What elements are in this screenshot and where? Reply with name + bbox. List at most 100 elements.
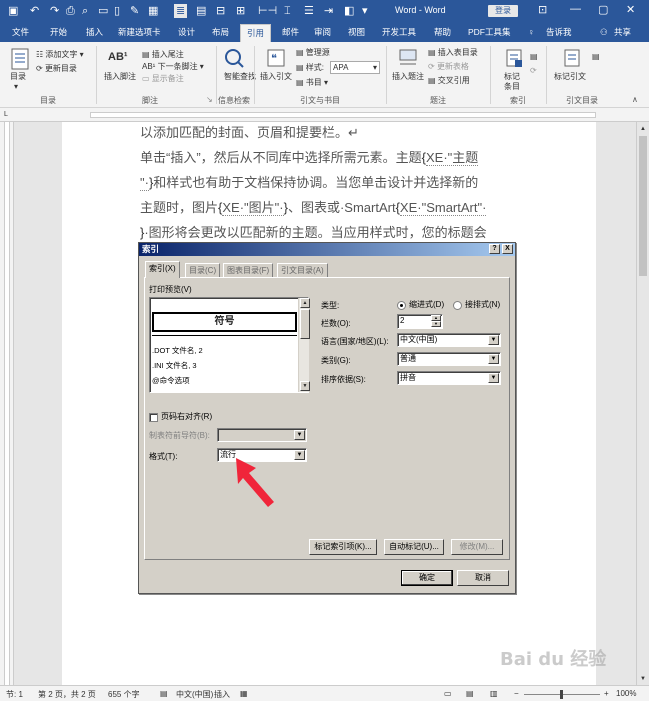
ribbon-display-icon[interactable]: ⊡ bbox=[538, 3, 547, 16]
section-indicator[interactable]: 节: 1 bbox=[6, 689, 23, 700]
tab-mailings[interactable]: 邮件 bbox=[282, 26, 299, 38]
scroll-thumb[interactable] bbox=[300, 309, 310, 339]
tab-index[interactable]: 索引(X) bbox=[145, 261, 180, 278]
close-button[interactable]: ✕ bbox=[626, 3, 635, 16]
word-count[interactable]: 655 个字 bbox=[108, 689, 140, 700]
tab-file[interactable]: 文件 bbox=[12, 26, 29, 38]
indent-icon[interactable]: ⇥ bbox=[324, 4, 333, 18]
tab-toc[interactable]: 目录(C) bbox=[185, 263, 221, 277]
tab-references[interactable]: 引用 bbox=[240, 24, 272, 42]
insert-caption-button[interactable]: 插入题注 bbox=[392, 72, 424, 82]
vertical-ruler[interactable] bbox=[0, 122, 14, 685]
bibliography-button[interactable]: ▤ 书目 ▾ bbox=[296, 78, 328, 88]
mark-citation-button[interactable]: 标记引文 bbox=[554, 72, 586, 82]
macro-icon[interactable]: ▦ bbox=[240, 689, 248, 698]
dialog-title-bar[interactable]: 索引 bbox=[139, 243, 515, 256]
login-button[interactable]: 登录 bbox=[488, 5, 518, 17]
web-layout-icon[interactable]: ▥ bbox=[490, 689, 498, 698]
new-doc-icon[interactable]: ▯ bbox=[114, 4, 120, 18]
print-preview-icon[interactable]: ⎙ bbox=[66, 4, 75, 18]
list-icon[interactable]: ☰ bbox=[304, 4, 314, 18]
text-tool-icon[interactable]: ⌶ bbox=[284, 4, 291, 18]
next-footnote-button[interactable]: AB¹ 下一条脚注 ▾ bbox=[142, 62, 204, 72]
type-runin-radio[interactable] bbox=[453, 301, 462, 310]
scroll-down-icon[interactable]: ▼ bbox=[640, 674, 646, 684]
sort-select[interactable]: 拼音 ▼ bbox=[397, 371, 501, 385]
tab-table-of-authorities[interactable]: 引文目录(A) bbox=[277, 263, 328, 277]
search-icon[interactable]: ⌕ bbox=[82, 4, 88, 18]
page-indicator[interactable]: 第 2 页，共 2 页 bbox=[38, 689, 96, 700]
insert-footnote-button[interactable]: 插入脚注 bbox=[104, 72, 136, 82]
save-icon[interactable]: ▣ bbox=[8, 4, 18, 18]
stepper-down-icon[interactable]: ▼ bbox=[431, 321, 441, 327]
read-mode-icon[interactable]: ▭ bbox=[444, 689, 452, 698]
tab-new[interactable]: 新建选项卡 bbox=[118, 26, 161, 38]
manage-sources-button[interactable]: ▤ 管理源 bbox=[296, 48, 330, 58]
shape-icon[interactable]: ◧ bbox=[344, 4, 354, 18]
tab-help[interactable]: 帮助 bbox=[434, 26, 451, 38]
zoom-in-icon[interactable]: + bbox=[604, 689, 609, 698]
vertical-scrollbar[interactable]: ▲ ▼ bbox=[636, 122, 649, 685]
type-indent-radio[interactable] bbox=[397, 301, 406, 310]
table-icon[interactable]: ▤ bbox=[196, 4, 206, 18]
tell-me-input[interactable]: 告诉我 bbox=[546, 26, 572, 38]
right-align-checkbox[interactable] bbox=[149, 413, 158, 422]
preview-scrollbar[interactable]: ▲ ▼ bbox=[298, 298, 310, 392]
category-select[interactable]: 普通 ▼ bbox=[397, 352, 501, 366]
mark-entry-button[interactable]: 标记条目 bbox=[504, 72, 524, 92]
lightbulb-icon[interactable]: ♀ bbox=[528, 26, 534, 38]
insert-citation-button[interactable]: 插入引文 bbox=[260, 72, 292, 82]
tab-home[interactable]: 开始 bbox=[50, 26, 67, 38]
update-toc-button[interactable]: ⟳ 更新目录 bbox=[36, 64, 77, 74]
proofing-icon[interactable]: ▤ bbox=[160, 689, 168, 698]
add-text-button[interactable]: ☷ 添加文字 ▾ bbox=[36, 50, 84, 60]
ok-button[interactable]: 确定 bbox=[401, 570, 453, 586]
print-layout-icon[interactable]: ▤ bbox=[466, 689, 474, 698]
tab-insert[interactable]: 插入 bbox=[86, 26, 103, 38]
user-icon[interactable]: ⚇ bbox=[600, 26, 608, 38]
mark-entry-button[interactable]: 标记索引项(K)... bbox=[309, 539, 377, 555]
share-button[interactable]: 共享 bbox=[614, 26, 631, 38]
collapse-ribbon-icon[interactable]: ∧ bbox=[632, 95, 638, 105]
tab-table-of-figures[interactable]: 图表目录(F) bbox=[223, 263, 274, 277]
insert-index-icon[interactable]: ▤ bbox=[530, 52, 538, 62]
tab-view[interactable]: 视图 bbox=[348, 26, 365, 38]
columns-stepper[interactable]: 2 ▲ ▼ bbox=[397, 314, 443, 329]
toc-button[interactable]: 目录 bbox=[10, 72, 26, 82]
minimize-button[interactable]: — bbox=[570, 3, 581, 15]
open-folder-icon[interactable]: ▭ bbox=[98, 4, 108, 18]
cancel-button[interactable]: 取消 bbox=[457, 570, 509, 586]
scroll-thumb[interactable] bbox=[639, 136, 647, 276]
spacing-icon[interactable]: ⊢⊣ bbox=[258, 4, 277, 18]
insert-table-of-figures-button[interactable]: ▤ 插入表目录 bbox=[428, 48, 478, 58]
undo-icon[interactable]: ↶ bbox=[30, 4, 39, 18]
scroll-up-icon[interactable]: ▲ bbox=[640, 124, 646, 134]
tab-pdf[interactable]: PDF工具集 bbox=[468, 26, 511, 38]
zoom-level[interactable]: 100% bbox=[616, 689, 636, 698]
customize-qat-icon[interactable]: ▾ bbox=[362, 4, 368, 18]
automark-button[interactable]: 自动标记(U)... bbox=[384, 539, 444, 555]
footnote-launcher-icon[interactable]: ↘ bbox=[206, 95, 213, 105]
toc-dropdown-icon[interactable]: ▾ bbox=[14, 82, 18, 92]
insert-mode[interactable]: 插入 bbox=[214, 689, 230, 700]
zoom-out-icon[interactable]: − bbox=[514, 689, 519, 698]
tab-design[interactable]: 设计 bbox=[178, 26, 195, 38]
tab-selector-icon[interactable]: L bbox=[4, 110, 8, 120]
tab-developer[interactable]: 开发工具 bbox=[382, 26, 416, 38]
layout-icon[interactable]: ≣ bbox=[174, 4, 188, 18]
language-indicator[interactable]: 中文(中国) bbox=[176, 689, 213, 700]
image-icon[interactable]: ▦ bbox=[148, 4, 158, 18]
insert-endnote-button[interactable]: ▤ 插入尾注 bbox=[142, 50, 184, 60]
smart-lookup-button[interactable]: 智能查找 bbox=[224, 72, 256, 82]
columns-icon[interactable]: ⊞ bbox=[236, 4, 245, 18]
insert-toa-icon[interactable]: ▤ bbox=[592, 52, 600, 62]
language-select[interactable]: 中文(中国) ▼ bbox=[397, 333, 501, 347]
scroll-down-icon[interactable]: ▼ bbox=[300, 381, 310, 391]
scroll-up-icon[interactable]: ▲ bbox=[300, 298, 310, 308]
zoom-slider-thumb[interactable] bbox=[560, 690, 563, 699]
format-painter-icon[interactable]: ✎ bbox=[130, 4, 139, 18]
cross-reference-button[interactable]: ▤ 交叉引用 bbox=[428, 76, 470, 86]
redo-icon[interactable]: ↷ bbox=[50, 4, 59, 18]
dialog-close-button[interactable]: X bbox=[502, 244, 513, 254]
citation-style-select[interactable]: APA ▾ bbox=[330, 61, 380, 74]
